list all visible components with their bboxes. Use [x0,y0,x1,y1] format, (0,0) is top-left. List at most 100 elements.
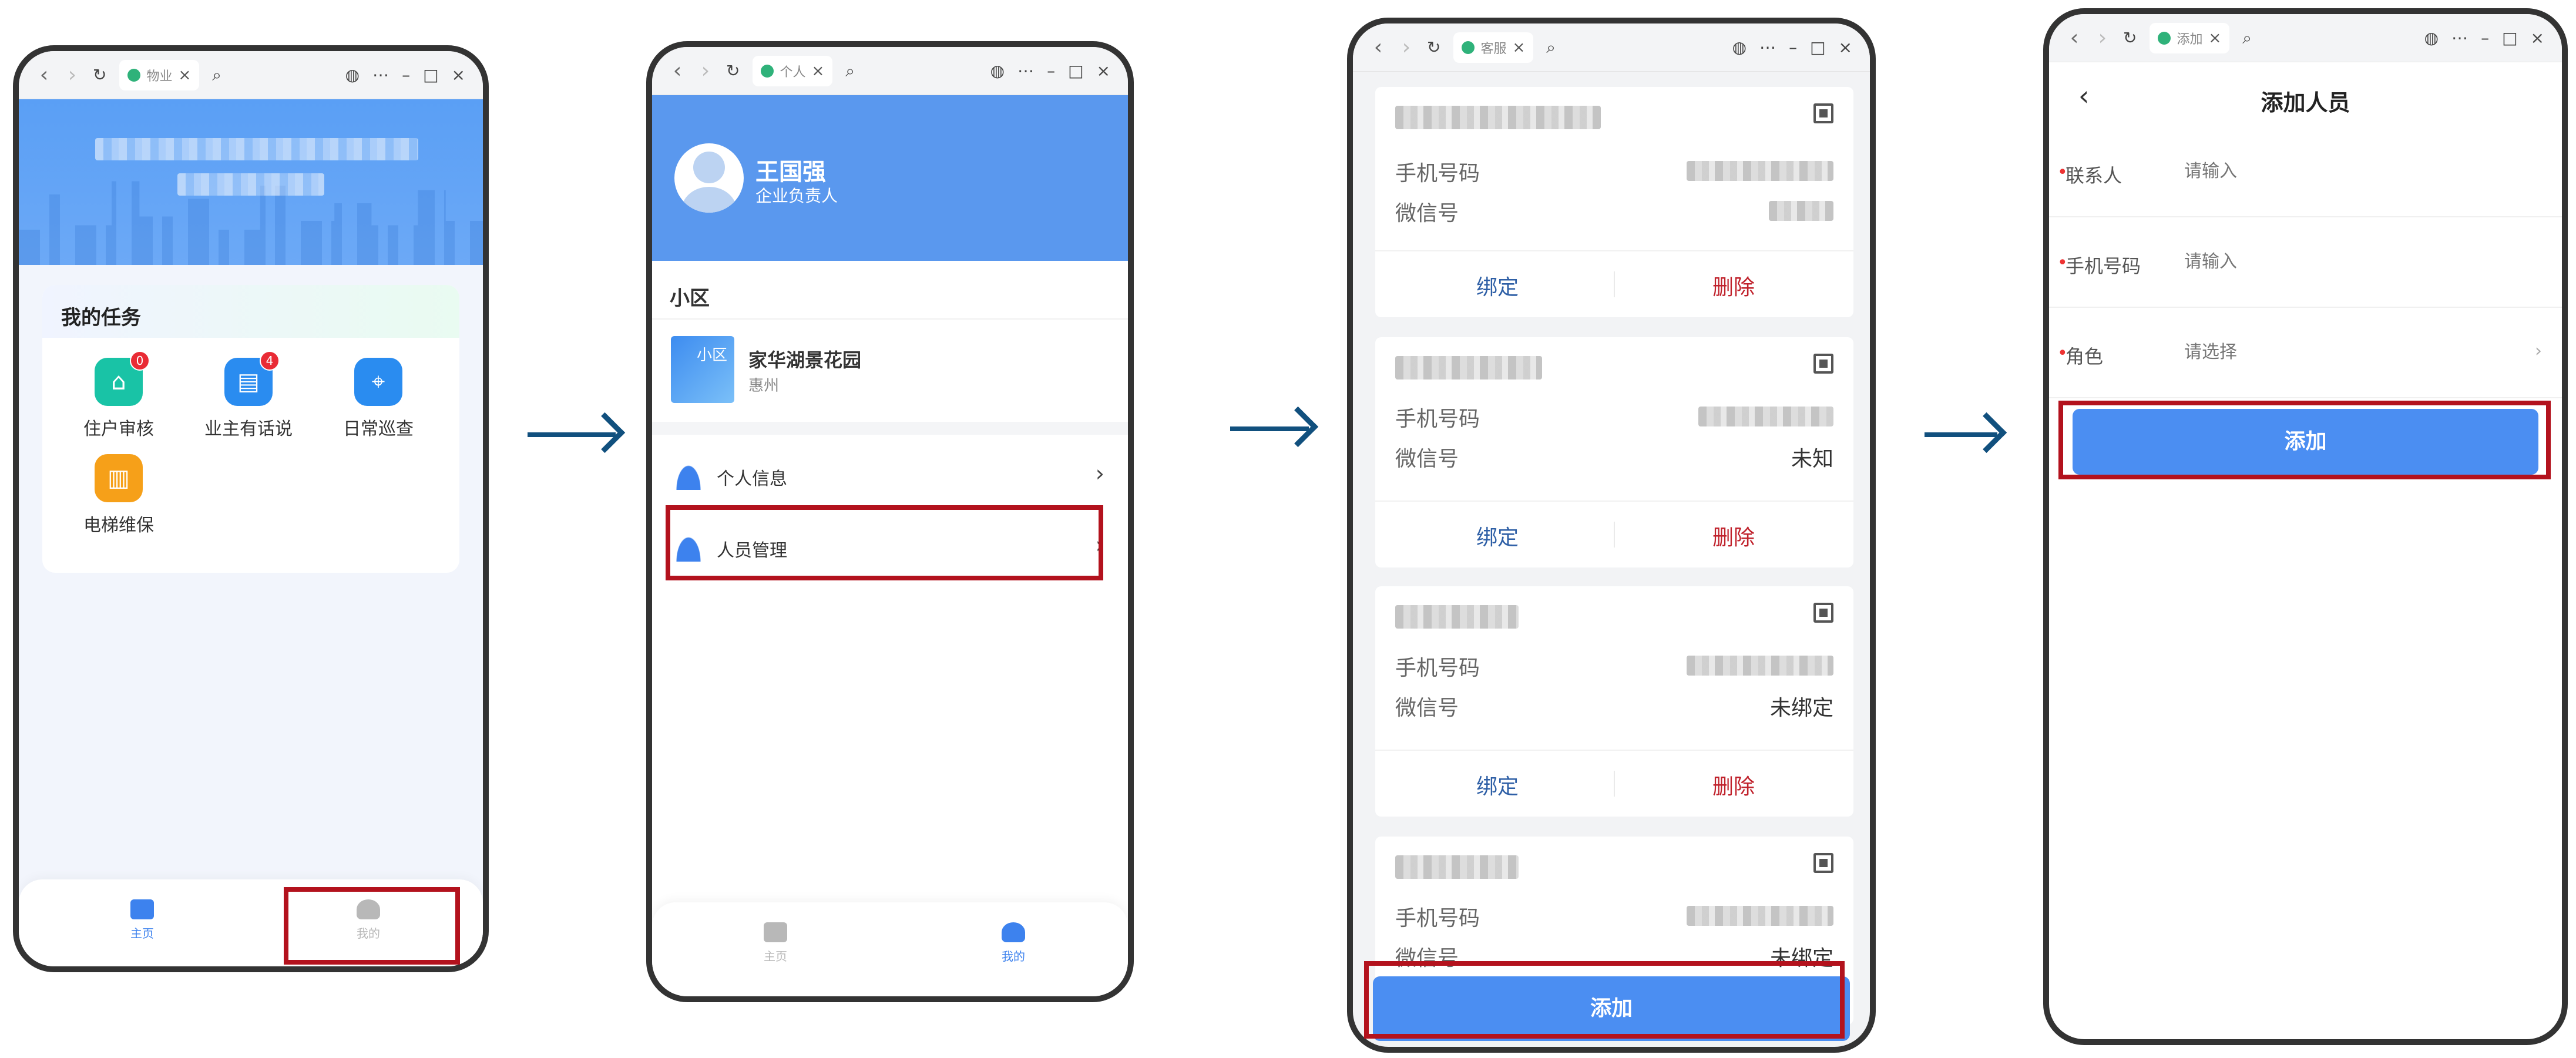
forward-icon[interactable]: › [65,63,80,87]
back-icon[interactable]: ‹ [36,63,52,87]
delete-button[interactable]: 删除 [1616,770,1851,800]
close-window-icon[interactable]: × [1839,38,1852,57]
wechat-value: 未知 [1791,447,1833,471]
home-screen-icon [764,922,787,942]
maximize-icon[interactable]: □ [423,65,438,85]
section-gap [652,422,1128,435]
community-name[interactable]: 家华湖景花园 [748,345,861,372]
more-icon[interactable]: ⋯ [1759,38,1776,57]
community-thumbnail: 小区 [671,336,734,403]
my-tasks-card: 我的任务 ⌂ 0 住户审核 ▤ 4 业主有话说 ⌖ 日常巡查 ▥ 电梯维保 [42,285,459,573]
divider [1375,250,1853,251]
search-icon[interactable]: ⌕ [2242,28,2252,48]
close-tab-icon[interactable]: × [178,66,191,84]
minimize-icon[interactable]: – [402,65,410,85]
wechat-value: 未绑定 [1769,696,1833,720]
phone-field-row: • 手机号码 [2049,217,2562,308]
qr-code-icon[interactable] [1813,103,1833,123]
search-icon[interactable]: ⌕ [1546,38,1556,58]
field-label: 手机号码 [2065,255,2141,277]
phone-value-redacted [1687,161,1833,181]
phone-label: 手机号码 [1395,407,1480,431]
close-window-icon[interactable]: × [2531,28,2544,48]
browser-tab[interactable]: 个人 × [753,55,833,86]
tab-home[interactable]: 主页 [740,922,811,964]
bind-button[interactable]: 绑定 [1380,770,1615,800]
back-icon[interactable]: ‹ [2067,26,2082,50]
globe-icon[interactable]: ◍ [990,61,1005,80]
menu-label: 个人信息 [717,469,787,489]
map-pin-icon: ⌖ [354,358,402,406]
role-select[interactable] [2184,342,2466,362]
arrow-1 [528,432,616,437]
delete-button[interactable]: 删除 [1616,520,1851,551]
more-icon[interactable]: ⋯ [2451,28,2468,48]
action-separator [1614,771,1615,797]
contact-field-row: • 联系人 [2049,127,2562,217]
close-tab-icon[interactable]: × [1512,39,1525,56]
globe-icon[interactable]: ◍ [2424,28,2439,48]
close-tab-icon[interactable]: × [2208,29,2221,47]
globe-icon[interactable]: ◍ [1732,38,1747,57]
forward-icon[interactable]: › [1399,35,1414,59]
tab-home[interactable]: 主页 [107,899,177,941]
field-label: 联系人 [2065,164,2122,187]
wechat-label: 微信号 [1395,201,1459,226]
maximize-icon[interactable]: □ [1068,61,1083,80]
staff-card: 手机号码 微信号 未知 绑定 删除 [1375,337,1853,567]
maximize-icon[interactable]: □ [2502,28,2517,48]
role-field-row[interactable]: • 角色 › [2049,308,2562,398]
tab-mine[interactable]: 我的 [978,922,1049,964]
browser-toolbar: ‹ › ↻ 添加 × ⌕ ◍ ⋯ – □ × [2049,14,2562,62]
search-icon[interactable]: ⌕ [212,65,221,85]
task-daily-inspection[interactable]: ⌖ 日常巡查 [323,358,434,440]
contact-input[interactable] [2184,161,2466,182]
task-elevator-maintenance[interactable]: ▥ 电梯维保 [63,454,174,536]
back-icon[interactable]: ‹ [670,59,685,83]
reload-icon[interactable]: ↻ [2123,28,2137,48]
search-icon[interactable]: ⌕ [845,61,855,81]
reload-icon[interactable]: ↻ [93,65,106,85]
company-name-redacted [95,138,418,160]
forward-icon[interactable]: › [2095,26,2110,50]
bind-button[interactable]: 绑定 [1380,270,1615,301]
phone-input[interactable] [2184,251,2466,272]
back-icon[interactable]: ‹ [1371,35,1386,59]
favicon-icon [1462,41,1475,54]
close-window-icon[interactable]: × [452,65,465,85]
more-icon[interactable]: ⋯ [372,65,389,85]
forward-icon[interactable]: › [698,59,713,83]
delete-button[interactable]: 删除 [1616,270,1851,301]
globe-icon[interactable]: ◍ [345,65,360,85]
avatar[interactable] [674,143,744,213]
menu-personal-info[interactable]: 个人信息 › [652,443,1128,508]
qr-code-icon[interactable] [1813,603,1833,623]
maximize-icon[interactable]: □ [1810,38,1825,57]
phone-value-redacted [1687,656,1833,676]
minimize-icon[interactable]: – [1047,61,1055,80]
browser-tab[interactable]: 物业 × [119,59,200,90]
task-resident-review[interactable]: ⌂ 0 住户审核 [63,351,174,440]
task-owner-feedback[interactable]: ▤ 4 业主有话说 [193,351,304,440]
reload-icon[interactable]: ↻ [726,61,740,80]
bind-button[interactable]: 绑定 [1380,520,1615,551]
minimize-icon[interactable]: – [1789,38,1797,57]
close-tab-icon[interactable]: × [811,62,824,80]
notification-badge: 0 [130,351,150,371]
action-separator [1614,271,1615,297]
browser-tab[interactable]: 添加 × [2150,22,2230,53]
browser-tab[interactable]: 客服 × [1453,32,1534,63]
more-icon[interactable]: ⋯ [1017,61,1034,80]
minimize-icon[interactable]: – [2481,28,2489,48]
staff-name-redacted [1395,605,1519,629]
qr-code-icon[interactable] [1813,354,1833,374]
close-window-icon[interactable]: × [1097,61,1110,80]
reload-icon[interactable]: ↻ [1427,38,1440,57]
chevron-right-icon: › [1095,461,1104,486]
highlight-add-button [2058,401,2551,479]
chat-icon: ▤ 4 [224,351,280,406]
staff-name-redacted [1395,106,1601,129]
tab-title: 客服 [1480,41,1507,56]
tab-title: 添加 [2177,32,2203,47]
qr-code-icon[interactable] [1813,853,1833,873]
